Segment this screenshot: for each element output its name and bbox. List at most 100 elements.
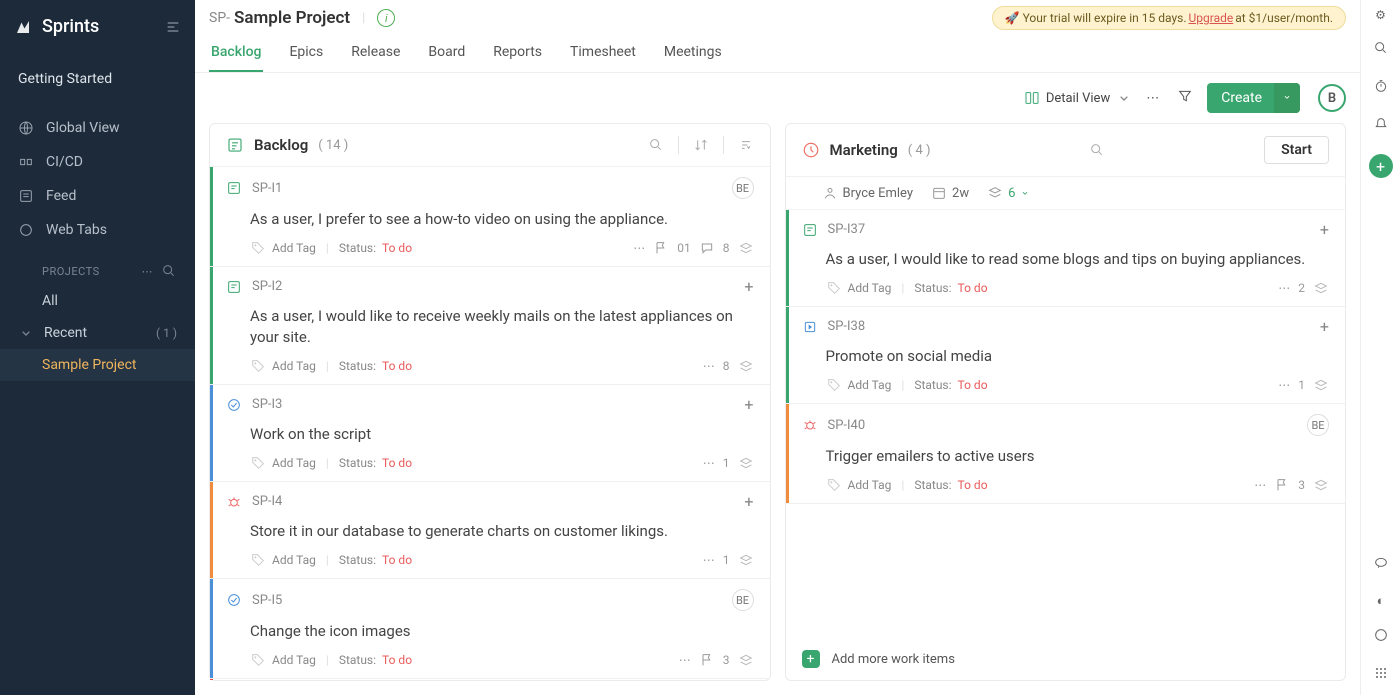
status-value[interactable]: To do — [382, 241, 412, 255]
card-more-icon[interactable]: ⋯ — [679, 653, 691, 667]
work-item-card[interactable]: SP-I38 + Promote on social media Add Tag… — [786, 307, 1346, 404]
status-value[interactable]: To do — [958, 281, 988, 295]
backlog-icon — [226, 136, 244, 154]
stack-icon[interactable] — [738, 455, 754, 471]
tab-backlog[interactable]: Backlog — [209, 36, 263, 72]
assign-plus-icon[interactable]: + — [744, 395, 753, 414]
theme-icon[interactable]: ◐ — [1377, 593, 1385, 609]
sidebar-getting-started[interactable]: Getting Started — [0, 53, 195, 97]
create-button[interactable]: Create — [1207, 83, 1300, 113]
tab-meetings[interactable]: Meetings — [662, 36, 724, 72]
tab-release[interactable]: Release — [349, 36, 402, 72]
fab-add-icon[interactable]: + — [1369, 154, 1393, 178]
stack-icon[interactable] — [1313, 377, 1329, 393]
sidebar-project-sample[interactable]: Sample Project — [0, 349, 195, 381]
add-tag-button[interactable]: Add Tag — [848, 378, 892, 392]
status-value[interactable]: To do — [958, 378, 988, 392]
assign-plus-icon[interactable]: + — [744, 277, 753, 296]
gear-icon[interactable]: ⚙ — [1375, 8, 1386, 22]
project-info-icon[interactable]: i — [377, 9, 395, 27]
card-more-icon[interactable]: ⋯ — [633, 241, 645, 255]
card-more-icon[interactable]: ⋯ — [1254, 478, 1266, 492]
stack-icon[interactable] — [1313, 477, 1329, 493]
stack-icon[interactable] — [738, 552, 754, 568]
add-tag-button[interactable]: Add Tag — [272, 359, 316, 373]
tab-reports[interactable]: Reports — [491, 36, 544, 72]
status-value[interactable]: To do — [382, 359, 412, 373]
stack-icon[interactable] — [738, 240, 754, 256]
comment-icon[interactable] — [699, 240, 715, 256]
flag-icon[interactable] — [1274, 477, 1290, 493]
work-item-card[interactable]: SP-I37 + As a user, I would like to read… — [786, 210, 1346, 307]
assignee-badge[interactable]: BE — [732, 177, 754, 199]
add-tag-button[interactable]: Add Tag — [272, 241, 316, 255]
sprint-owner[interactable]: Bryce Emley — [822, 185, 914, 201]
sprint-duration[interactable]: 2w — [931, 185, 969, 201]
tab-epics[interactable]: Epics — [287, 36, 325, 72]
work-item-card[interactable]: SP-I3 + Work on the script Add Tag | Sta… — [210, 385, 770, 482]
status-value[interactable]: To do — [958, 478, 988, 492]
project-title[interactable]: Sample Project — [234, 8, 350, 28]
more-menu-icon[interactable]: ⋯ — [1142, 87, 1163, 110]
status-value[interactable]: To do — [382, 653, 412, 667]
timer-icon[interactable] — [1373, 78, 1389, 98]
work-item-card[interactable]: SP-I5 BE Change the icon images Add Tag … — [210, 579, 770, 679]
assignee-badge[interactable]: BE — [732, 589, 754, 611]
work-item-card[interactable]: SP-I40 BE Trigger emailers to active use… — [786, 404, 1346, 504]
add-tag-button[interactable]: Add Tag — [272, 553, 316, 567]
filter-icon[interactable] — [1173, 84, 1197, 112]
work-item-card[interactable]: SP-I6 + Generate ideas for the video. Ad… — [210, 679, 770, 680]
sidebar-feed[interactable]: Feed — [0, 179, 195, 213]
add-more-work-items[interactable]: + Add more work items — [786, 638, 1346, 680]
user-avatar[interactable]: B — [1318, 84, 1346, 112]
add-tag-button[interactable]: Add Tag — [272, 653, 316, 667]
projects-more-icon[interactable]: ⋯ — [142, 265, 154, 278]
card-more-icon[interactable]: ⋯ — [703, 359, 715, 373]
sidebar-collapse-icon[interactable] — [165, 19, 181, 35]
work-item-card[interactable]: SP-I4 + Store it in our database to gene… — [210, 482, 770, 579]
sidebar-projects-all[interactable]: All — [0, 285, 195, 317]
work-item-card[interactable]: SP-I2 + As a user, I would like to recei… — [210, 267, 770, 385]
add-tag-button[interactable]: Add Tag — [848, 478, 892, 492]
add-tag-button[interactable]: Add Tag — [848, 281, 892, 295]
status-value[interactable]: To do — [382, 553, 412, 567]
projects-search-icon[interactable] — [161, 263, 177, 279]
upgrade-link[interactable]: Upgrade — [1188, 11, 1233, 25]
sidebar-webtabs[interactable]: Web Tabs — [0, 213, 195, 247]
rail-search-icon[interactable] — [1373, 40, 1389, 60]
start-sprint-button[interactable]: Start — [1264, 136, 1329, 164]
assignee-badge[interactable]: BE — [1307, 414, 1329, 436]
sort-desc-icon[interactable] — [738, 137, 754, 153]
help-icon[interactable] — [1373, 627, 1389, 647]
status-value[interactable]: To do — [382, 456, 412, 470]
apps-icon[interactable] — [1373, 665, 1389, 685]
item-title: Work on the script — [250, 424, 754, 445]
card-more-icon[interactable]: ⋯ — [703, 553, 715, 567]
search-icon[interactable] — [648, 137, 664, 153]
card-more-icon[interactable]: ⋯ — [703, 456, 715, 470]
assign-plus-icon[interactable]: + — [1320, 220, 1329, 239]
tab-board[interactable]: Board — [426, 36, 467, 72]
sidebar-projects-recent[interactable]: Recent ( 1 ) — [0, 317, 195, 349]
flag-icon[interactable] — [699, 652, 715, 668]
sprint-estimate[interactable]: 6 — [987, 185, 1030, 201]
create-dropdown-icon[interactable] — [1274, 83, 1300, 113]
tab-timesheet[interactable]: Timesheet — [568, 36, 638, 72]
card-more-icon[interactable]: ⋯ — [1278, 378, 1290, 392]
add-tag-button[interactable]: Add Tag — [272, 456, 316, 470]
assign-plus-icon[interactable]: + — [744, 492, 753, 511]
stack-icon[interactable] — [738, 652, 754, 668]
assign-plus-icon[interactable]: + — [1320, 317, 1329, 336]
detail-view-toggle[interactable]: Detail View — [1024, 90, 1132, 106]
stack-icon[interactable] — [738, 358, 754, 374]
sidebar-cicd[interactable]: CI/CD — [0, 145, 195, 179]
sidebar-global-view[interactable]: Global View — [0, 111, 195, 145]
card-more-icon[interactable]: ⋯ — [1278, 281, 1290, 295]
sort-icon[interactable] — [693, 137, 709, 153]
stack-icon[interactable] — [1313, 280, 1329, 296]
work-item-card[interactable]: SP-I1 BE As a user, I prefer to see a ho… — [210, 167, 770, 267]
flag-icon[interactable] — [653, 240, 669, 256]
search-icon[interactable] — [1089, 142, 1105, 158]
chat-icon[interactable] — [1373, 555, 1389, 575]
bell-icon[interactable] — [1373, 116, 1389, 136]
